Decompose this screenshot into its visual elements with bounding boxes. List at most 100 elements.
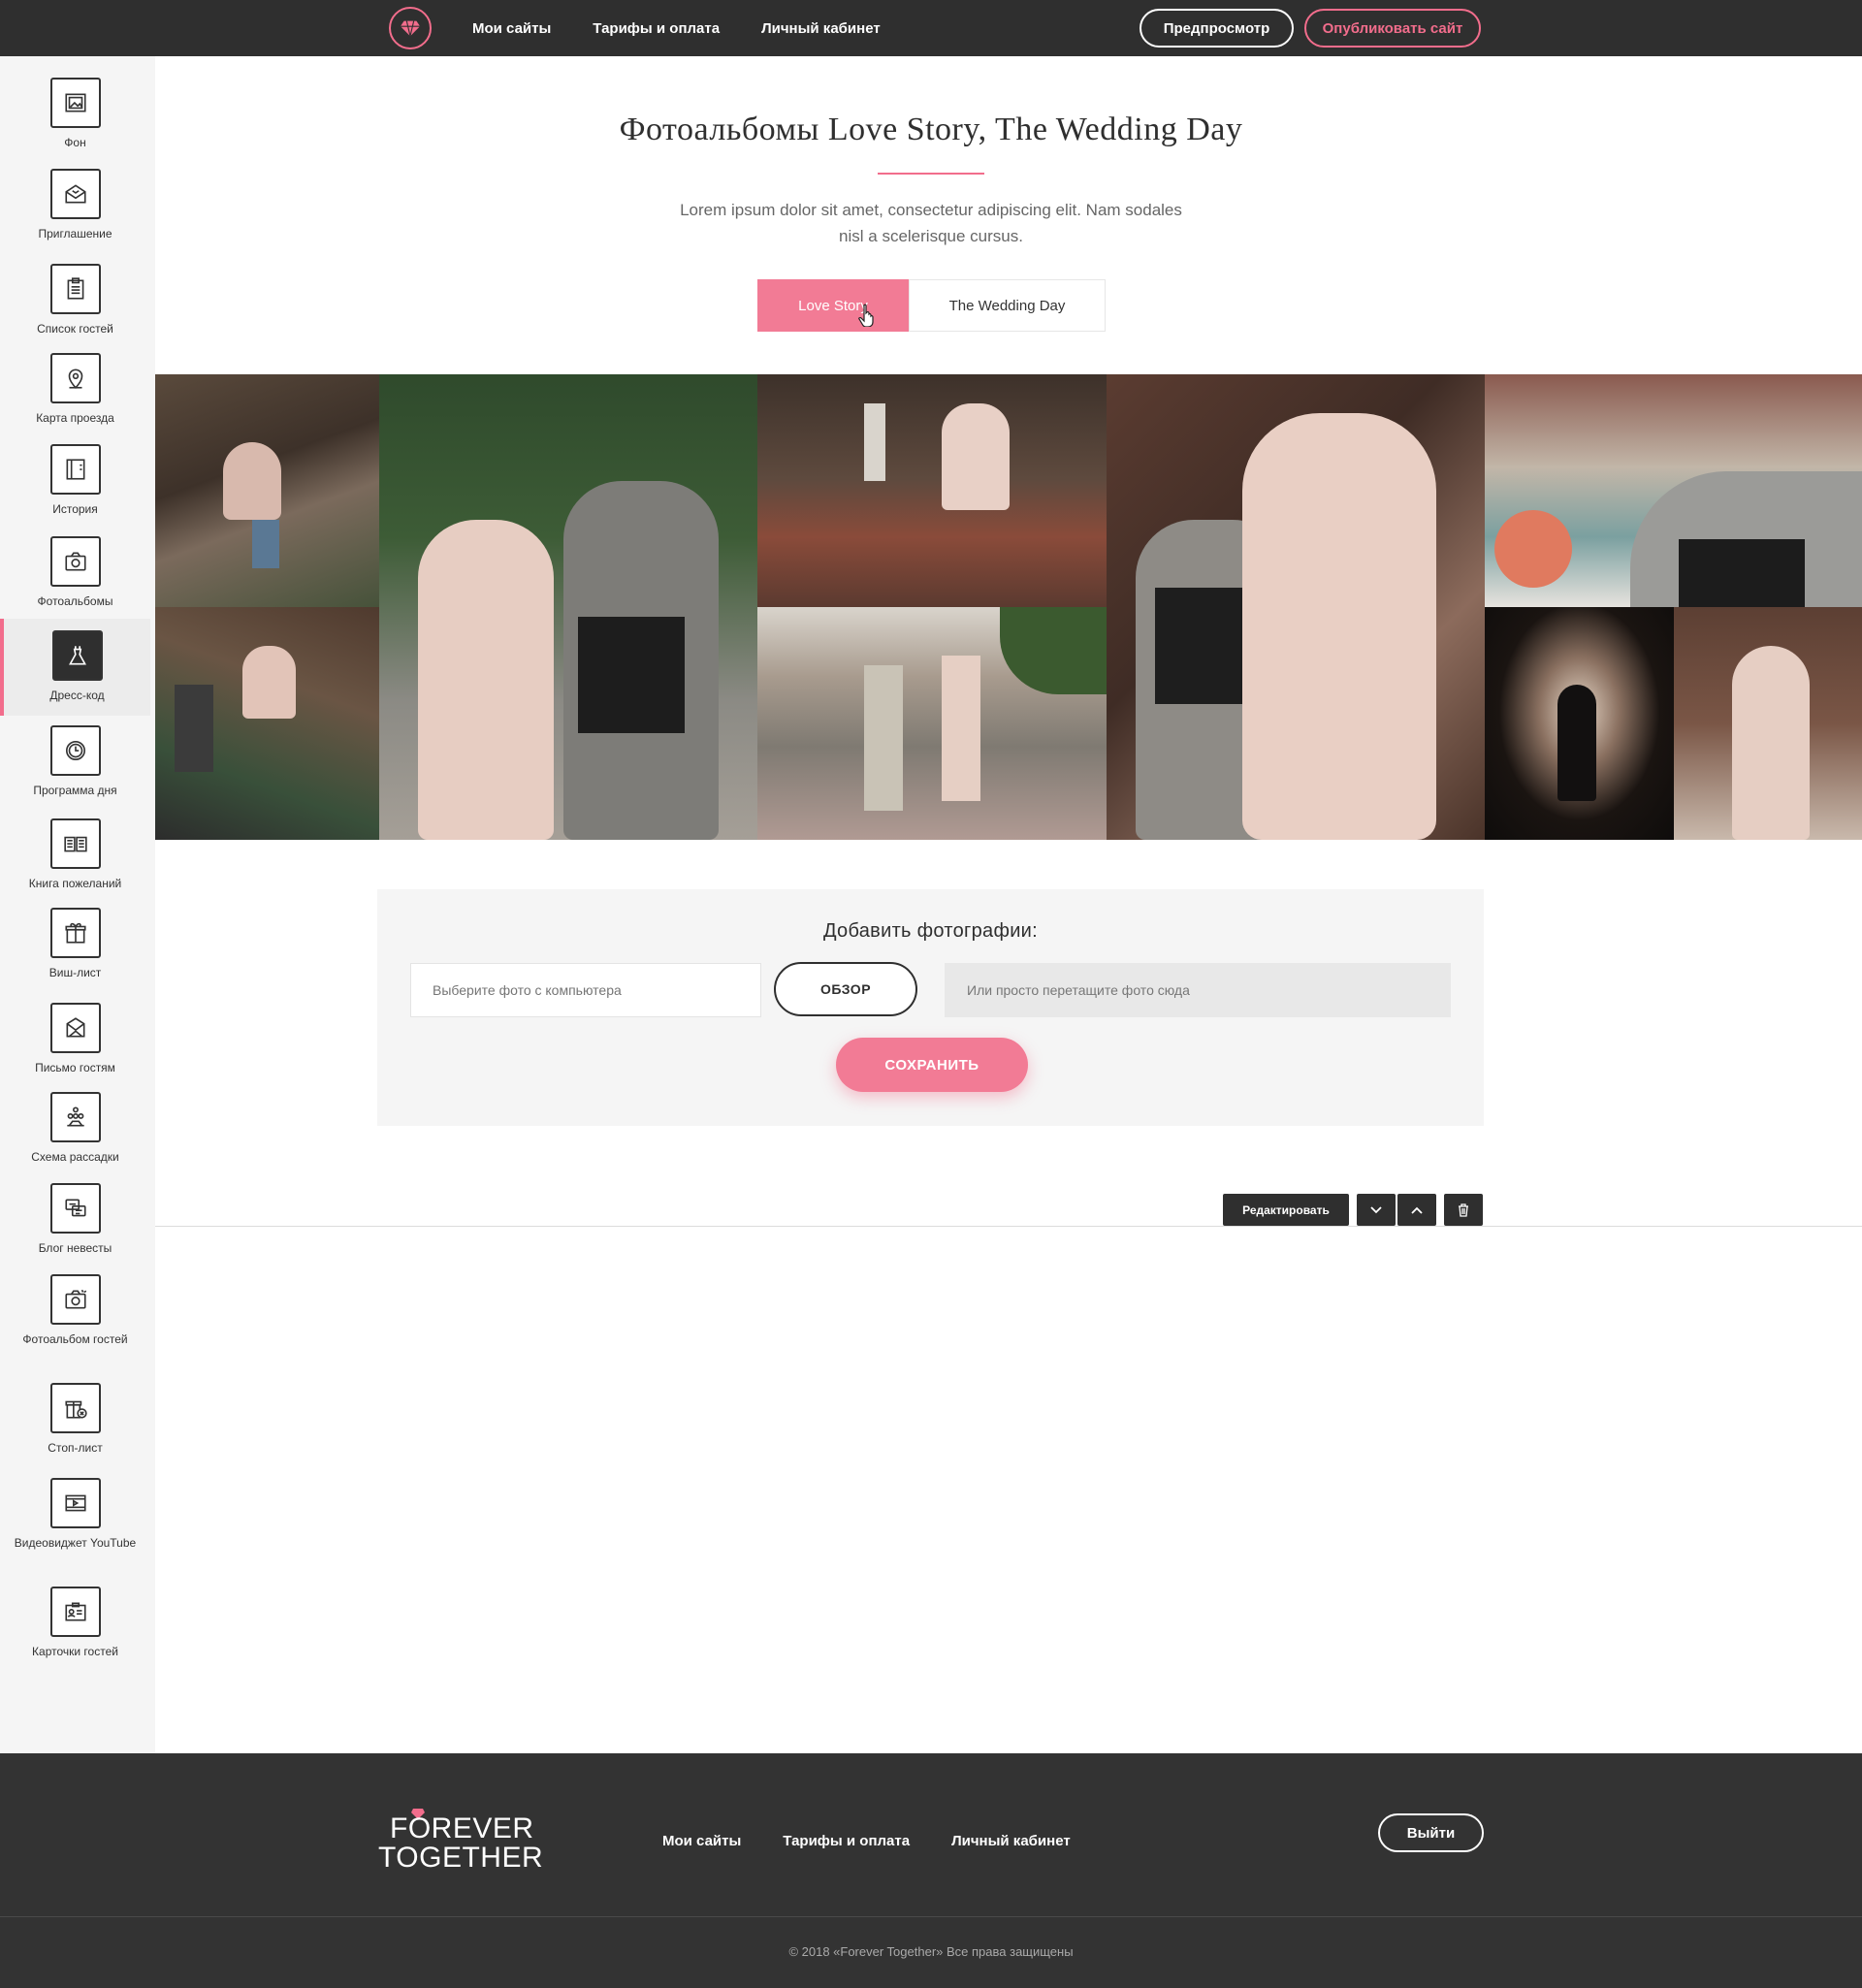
footer-divider <box>0 1916 1862 1917</box>
sidebar-item-label: Видеовиджет YouTube <box>14 1536 137 1550</box>
sidebar-item-label: Блог невесты <box>38 1241 112 1255</box>
publish-button[interactable]: Опубликовать сайт <box>1304 9 1481 48</box>
gallery-photo[interactable] <box>1107 374 1485 840</box>
sidebar-item-label: Программа дня <box>33 784 117 797</box>
forever-together-logo[interactable]: FOREVER TOGETHER <box>378 1807 543 1875</box>
sidebar-item-stop-list[interactable]: Стоп-лист <box>0 1383 150 1455</box>
browse-button[interactable]: ОБЗОР <box>774 962 917 1016</box>
drop-zone-label: Или просто перетащите фото сюда <box>967 982 1190 998</box>
edit-button[interactable]: Редактировать <box>1223 1194 1349 1226</box>
gift-cancel-icon <box>49 1383 101 1433</box>
guest-card-icon <box>49 1587 101 1637</box>
dress-icon <box>51 630 103 681</box>
letter-icon <box>49 1003 101 1053</box>
sidebar-item-label: Виш-лист <box>48 966 102 979</box>
footer-nav-pricing[interactable]: Тарифы и оплата <box>783 1833 910 1849</box>
sidebar: Фон Приглашение Список гостей Карта прое… <box>0 56 155 1753</box>
page-title: Фотоальбомы Love Story, The Wedding Day <box>619 112 1243 147</box>
sidebar-item-seating[interactable]: Схема рассадки <box>0 1092 150 1164</box>
envelope-icon <box>49 169 101 219</box>
sidebar-item-schedule[interactable]: Программа дня <box>0 725 150 797</box>
upload-title: Добавить фотографии: <box>822 920 1039 942</box>
top-bar: Мои сайты Тарифы и оплата Личный кабинет… <box>0 0 1862 56</box>
camera-icon <box>49 536 101 587</box>
sidebar-item-youtube[interactable]: Видеовиджет YouTube <box>0 1478 150 1550</box>
gallery-photo[interactable] <box>379 374 757 840</box>
sidebar-item-history[interactable]: История <box>0 444 150 516</box>
background-image-icon <box>49 78 101 128</box>
top-nav: Мои сайты Тарифы и оплата Личный кабинет <box>472 0 922 56</box>
open-book-icon <box>49 818 101 869</box>
gallery-photo[interactable] <box>757 607 1107 840</box>
clipboard-list-icon <box>49 264 101 314</box>
drop-zone[interactable]: Или просто перетащите фото сюда <box>945 963 1451 1017</box>
sidebar-item-label: Дресс-код <box>49 689 105 702</box>
sidebar-item-label: Карточки гостей <box>32 1645 118 1658</box>
move-down-button[interactable] <box>1357 1194 1396 1226</box>
seating-icon <box>49 1092 101 1142</box>
guest-camera-icon <box>49 1274 101 1325</box>
sidebar-item-guest-cards[interactable]: Карточки гостей <box>0 1587 150 1658</box>
upload-panel: Добавить фотографии: ОБЗОР Или просто пе… <box>377 889 1484 1126</box>
chat-icon <box>49 1183 101 1234</box>
video-icon <box>49 1478 101 1528</box>
delete-button[interactable] <box>1444 1194 1483 1226</box>
nav-my-sites[interactable]: Мои сайты <box>472 20 551 37</box>
sidebar-item-guest-list[interactable]: Список гостей <box>0 264 150 336</box>
save-button[interactable]: СОХРАНИТЬ <box>836 1038 1028 1092</box>
footer-nav: Мои сайты Тарифы и оплата Личный кабинет <box>662 1833 1112 1849</box>
sidebar-item-wishbook[interactable]: Книга пожеланий <box>0 818 150 890</box>
nav-pricing[interactable]: Тарифы и оплата <box>593 20 720 37</box>
photo-gallery <box>155 374 1862 840</box>
diamond-logo-icon[interactable] <box>389 7 432 49</box>
sidebar-item-label: Стоп-лист <box>48 1441 103 1455</box>
gallery-photo[interactable] <box>155 607 379 840</box>
sidebar-item-label: Список гостей <box>37 322 113 336</box>
sidebar-item-label: История <box>52 502 98 516</box>
sidebar-item-map[interactable]: Карта проезда <box>0 353 150 425</box>
sidebar-item-label: Приглашение <box>38 227 112 240</box>
gallery-photo[interactable] <box>1485 374 1862 607</box>
gallery-photo[interactable] <box>757 374 1107 607</box>
tab-love-story[interactable]: Love Story <box>757 279 909 332</box>
file-path-input[interactable] <box>410 963 761 1017</box>
sidebar-item-bride-blog[interactable]: Блог невесты <box>0 1183 150 1255</box>
gallery-photo[interactable] <box>155 374 379 607</box>
sidebar-item-label: Книга пожеланий <box>28 877 122 890</box>
hand-cursor-icon <box>858 304 874 327</box>
sidebar-item-guest-album[interactable]: Фотоальбом гостей <box>0 1274 150 1346</box>
gallery-photo[interactable] <box>1485 607 1674 840</box>
sidebar-item-background[interactable]: Фон <box>0 78 150 149</box>
sidebar-item-wishlist[interactable]: Виш-лист <box>0 908 150 979</box>
book-icon <box>49 444 101 495</box>
page-subtitle: Lorem ipsum dolor sit amet, consectetur … <box>680 201 1182 245</box>
logo-line-2: TOGETHER <box>378 1842 544 1874</box>
sidebar-item-label: Фотоальбомы <box>37 594 113 608</box>
footer: FOREVER TOGETHER Мои сайты Тарифы и опла… <box>0 1753 1862 1988</box>
trash-icon <box>1459 1202 1468 1217</box>
sidebar-item-letter[interactable]: Письмо гостям <box>0 1003 150 1074</box>
move-up-button[interactable] <box>1397 1194 1436 1226</box>
sidebar-item-label: Фотоальбом гостей <box>22 1332 128 1346</box>
chevron-down-icon <box>1370 1205 1382 1213</box>
gift-icon <box>49 908 101 958</box>
sidebar-item-dress-code[interactable]: Дресс-код <box>0 619 150 716</box>
nav-account[interactable]: Личный кабинет <box>761 20 881 37</box>
preview-button[interactable]: Предпросмотр <box>1140 9 1294 48</box>
map-pin-icon <box>49 353 101 403</box>
gallery-photo[interactable] <box>1674 607 1862 840</box>
tab-wedding-day[interactable]: The Wedding Day <box>909 279 1106 332</box>
sidebar-item-albums[interactable]: Фотоальбомы <box>0 536 150 608</box>
sidebar-item-label: Карта проезда <box>36 411 114 425</box>
footer-nav-account[interactable]: Личный кабинет <box>951 1833 1071 1849</box>
title-divider <box>878 173 984 175</box>
footer-nav-my-sites[interactable]: Мои сайты <box>662 1833 741 1849</box>
copyright-text: © 2018 «Forever Together» Все права защи… <box>788 1944 1074 1959</box>
logout-button[interactable]: Выйти <box>1378 1813 1484 1852</box>
sidebar-item-invitation[interactable]: Приглашение <box>0 169 150 240</box>
chevron-up-icon <box>1411 1206 1423 1214</box>
section-divider <box>155 1226 1862 1227</box>
sidebar-item-label: Фон <box>64 136 86 149</box>
album-tabs: Love Story The Wedding Day <box>757 279 1106 332</box>
clock-icon <box>49 725 101 776</box>
